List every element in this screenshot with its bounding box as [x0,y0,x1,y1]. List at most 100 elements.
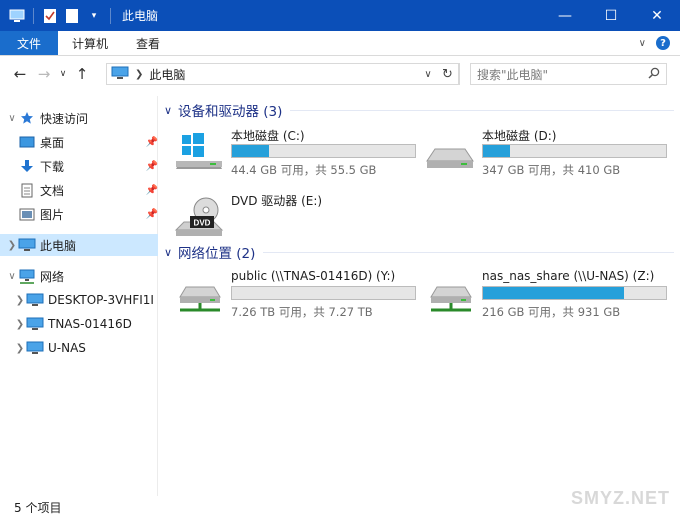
sidebar-item-this-pc[interactable]: ❯ 此电脑 [0,234,158,256]
computer-icon [111,66,129,83]
computer-icon [26,340,44,356]
pin-icon[interactable]: 📌 [146,209,158,220]
sidebar-item-label: 下载 [40,159,65,174]
help-icon[interactable]: ? [656,36,670,50]
pin-icon[interactable]: 📌 [146,185,158,196]
collapse-chevron-icon[interactable]: ∨ [164,104,178,117]
sidebar-item-desktop-pc[interactable]: ❯ DESKTOP-3VHFI1I [14,289,158,311]
breadcrumb-item[interactable]: 此电脑 [149,66,185,83]
back-button[interactable]: ← [8,62,32,86]
picture-icon [18,206,36,222]
minimize-button[interactable]: — [542,0,588,31]
collapse-chevron-icon[interactable]: ∨ [6,271,18,282]
sidebar-item-label: 此电脑 [40,238,77,253]
usage-bar-fill [483,145,511,157]
group-divider [263,251,674,253]
svg-text:DVD: DVD [194,219,211,228]
usage-bar [482,286,667,300]
drive-size: 7.26 TB 可用，共 7.27 TB [231,305,373,319]
desktop-icon [18,134,36,150]
expand-chevron-icon[interactable]: ❯ [14,295,26,306]
sidebar-item-label: 图片 [40,207,65,222]
network-icon [18,268,36,284]
recent-locations-icon[interactable]: ∨ [56,62,70,86]
sidebar-item-label: 网络 [40,269,65,284]
sidebar-item-pictures[interactable]: 图片 📌 [18,203,158,225]
group-header-devices[interactable]: ∨ 设备和驱动器 (3) [164,100,674,120]
collapse-chevron-icon[interactable]: ∨ [164,246,178,259]
new-folder-icon[interactable] [63,7,81,25]
window-controls: — ☐ ✕ [542,0,680,31]
breadcrumb-chevron-icon[interactable]: ❯ [135,69,143,80]
sidebar-item-label: U-NAS [48,341,86,355]
computer-icon [26,316,44,332]
sidebar-item-documents[interactable]: 文档 📌 [18,179,158,201]
sidebar-item-label: 快速访问 [40,111,89,126]
drive-e-dvd[interactable]: DVD DVD 驱动器 (E:) [164,190,414,238]
close-button[interactable]: ✕ [634,0,680,31]
tab-computer[interactable]: 计算机 [58,31,122,55]
sidebar-item-downloads[interactable]: 下载 📌 [18,155,158,177]
title-bar: ▾ 此电脑 — ☐ ✕ [0,0,680,31]
network-drive-icon [425,273,477,313]
sidebar-item-tnas[interactable]: ❯ TNAS-01416D [14,313,158,335]
window-title: 此电脑 [122,9,159,23]
sidebar-item-label: 文档 [40,183,65,198]
hard-drive-icon [425,131,477,171]
usage-bar-fill [232,145,269,157]
drive-name: public (\\TNAS-01416D) (Y:) [231,269,396,283]
properties-icon[interactable] [41,7,59,25]
document-icon [18,182,36,198]
network-drive-y[interactable]: public (\\TNAS-01416D) (Y:) 7.26 TB 可用，共… [164,267,416,319]
maximize-button[interactable]: ☐ [588,0,634,31]
drive-name: nas_nas_share (\\U-NAS) (Z:) [482,269,655,283]
item-count: 5 个项目 [14,500,62,515]
network-drive-icon [174,273,226,313]
drive-name: DVD 驱动器 (E:) [231,194,323,208]
navigation-pane: ∨ 快速访问 桌面 📌 下载 📌 文档 📌 图片 📌 ❯ 此电脑 ∨ 网络 ❯ … [0,96,158,496]
tab-view[interactable]: 查看 [122,31,174,55]
refresh-button[interactable]: ↻ [437,63,459,85]
drive-c[interactable]: 本地磁盘 (C:) 44.4 GB 可用，共 55.5 GB [164,125,416,177]
customize-dropdown-icon[interactable]: ▾ [85,7,103,25]
search-input[interactable]: 搜索"此电脑" [470,63,667,85]
sidebar-item-label: 桌面 [40,135,65,150]
network-drive-z[interactable]: nas_nas_share (\\U-NAS) (Z:) 216 GB 可用，共… [415,267,667,319]
computer-icon[interactable] [8,7,26,25]
ribbon-tabs: 文件 计算机 查看 ∨ ? [0,31,680,56]
toolbar-divider [110,7,111,24]
sidebar-item-quick-access[interactable]: ∨ 快速访问 [6,107,156,129]
usage-bar [231,144,416,158]
collapse-chevron-icon[interactable]: ∨ [6,113,18,124]
pin-icon[interactable]: 📌 [146,161,158,172]
drive-size: 44.4 GB 可用，共 55.5 GB [231,163,377,177]
expand-chevron-icon[interactable]: ❯ [14,319,26,330]
ribbon-right: ∨ ? [639,31,680,55]
address-dropdown-icon[interactable]: ∨ [419,69,437,80]
sidebar-item-u-nas[interactable]: ❯ U-NAS [14,337,158,359]
usage-bar [482,144,667,158]
group-title: 网络位置 (2) [178,246,256,262]
up-button[interactable]: ↑ [70,62,94,86]
expand-chevron-icon[interactable]: ❯ [6,240,18,251]
drive-size: 216 GB 可用，共 931 GB [482,305,621,319]
address-bar[interactable]: ❯ 此电脑 ∨ [106,63,460,85]
toolbar-divider [33,7,34,24]
group-title: 设备和驱动器 (3) [178,104,283,120]
tab-file[interactable]: 文件 [0,31,58,55]
search-placeholder: 搜索"此电脑" [477,67,549,82]
forward-button[interactable]: → [32,62,56,86]
drive-d[interactable]: 本地磁盘 (D:) 347 GB 可用，共 410 GB [415,125,667,177]
sidebar-item-network[interactable]: ∨ 网络 [6,265,156,287]
sidebar-item-desktop[interactable]: 桌面 📌 [18,131,158,153]
navigation-bar: ← → ∨ ↑ ❯ 此电脑 ∨ ↻ 搜索"此电脑" [0,57,680,91]
watermark: SMYZ.NET [570,488,670,508]
download-icon [18,158,36,174]
drive-name: 本地磁盘 (D:) [482,129,557,143]
pin-icon[interactable]: 📌 [146,137,158,148]
expand-ribbon-icon[interactable]: ∨ [639,38,646,49]
expand-chevron-icon[interactable]: ❯ [14,343,26,354]
search-icon[interactable] [648,67,660,82]
computer-icon [26,292,44,308]
group-header-network-locations[interactable]: ∨ 网络位置 (2) [164,242,674,262]
